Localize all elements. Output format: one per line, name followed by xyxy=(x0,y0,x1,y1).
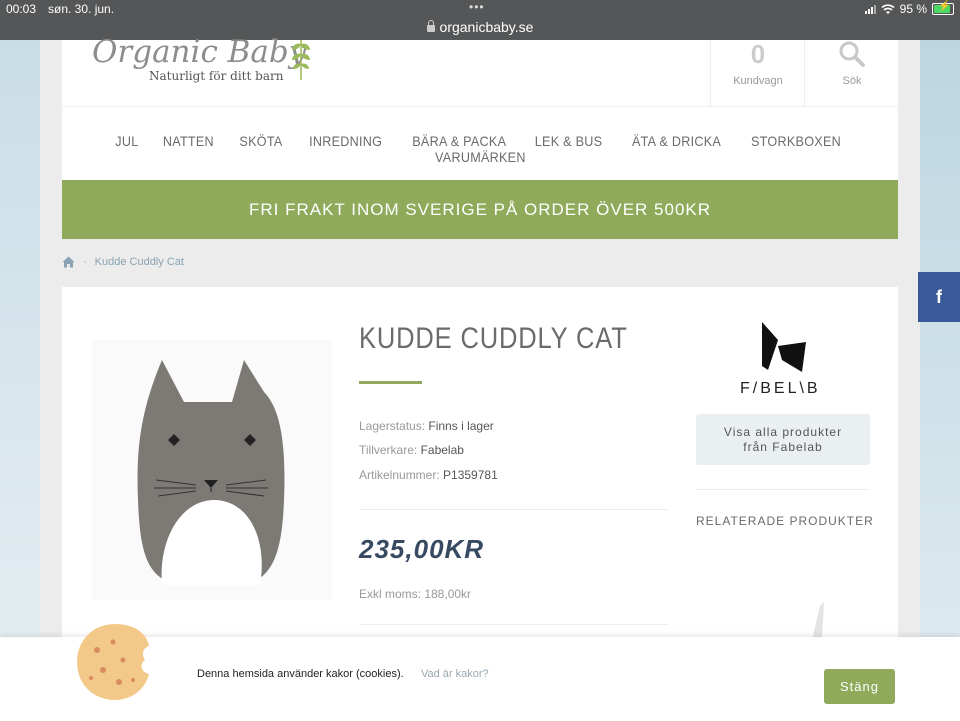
product-image[interactable] xyxy=(92,340,332,600)
battery-percent: 95 % xyxy=(899,2,927,16)
home-icon[interactable] xyxy=(62,256,75,268)
status-indicators: 95 % ⚡ xyxy=(864,1,954,16)
related-products-heading: RELATERADE PRODUKTER xyxy=(696,514,874,528)
cart-label: Kundvagn xyxy=(733,75,783,87)
address-bar[interactable]: organicbaby.se xyxy=(0,19,960,35)
nav-divider xyxy=(62,106,898,107)
product-price: 235,00KR xyxy=(359,534,485,564)
stock-value: Finns i lager xyxy=(428,419,494,433)
leaf-icon xyxy=(292,40,310,80)
manufacturer-value: Fabelab xyxy=(420,443,464,457)
article-number-value: P1359781 xyxy=(443,468,498,482)
cookie-icon xyxy=(77,624,149,700)
price-ex-vat: Exkl moms: 188,00kr xyxy=(359,587,472,601)
nav-item-inredning[interactable]: INREDNING xyxy=(309,133,382,149)
signal-icon xyxy=(864,4,876,14)
brand-wordmark: F/BEL\B xyxy=(740,380,821,397)
brand-button-line2: från Fabelab xyxy=(743,439,823,454)
nav-item-jul[interactable]: JUL xyxy=(115,133,138,149)
background-right xyxy=(920,40,960,721)
cookie-info-link[interactable]: Vad är kakor? xyxy=(421,668,489,680)
search-icon xyxy=(839,41,865,67)
wifi-icon xyxy=(881,3,895,14)
manufacturer-label: Tillverkare: xyxy=(359,443,418,457)
main-nav: JUL NATTEN SKÖTA INREDNING BÄRA & PACKA … xyxy=(62,133,898,165)
search-button[interactable]: Sök xyxy=(804,40,899,106)
divider xyxy=(359,509,669,510)
nav-item-lek-bus[interactable]: LEK & BUS xyxy=(535,133,603,149)
logo-wordmark: Organic Baby xyxy=(92,34,307,70)
search-label: Sök xyxy=(842,75,862,87)
divider xyxy=(359,624,669,625)
related-product-image[interactable] xyxy=(800,600,830,640)
nav-item-ata-dricka[interactable]: ÄTA & DRICKA xyxy=(632,133,721,149)
lock-icon xyxy=(426,20,435,32)
product-title: KUDDE CUDDLY CAT xyxy=(359,322,628,355)
manufacturer: Tillverkare: Fabelab xyxy=(359,443,464,457)
article-number: Artikelnummer: P1359781 xyxy=(359,468,498,482)
article-number-label: Artikelnummer: xyxy=(359,468,440,482)
cart-button[interactable]: 0 Kundvagn xyxy=(710,40,805,106)
breadcrumb-current: Kudde Cuddly Cat xyxy=(94,256,184,268)
multitask-dots-icon[interactable]: ••• xyxy=(469,0,485,14)
nav-item-storkboxen[interactable]: STORKBOXEN xyxy=(751,133,841,149)
cart-count: 0 xyxy=(750,39,766,69)
divider xyxy=(696,489,870,490)
free-shipping-banner: FRI FRAKT INOM SVERIGE PÅ ORDER ÖVER 500… xyxy=(62,180,898,239)
facebook-icon: f xyxy=(936,287,942,307)
site-logo[interactable]: Organic Baby Naturligt för ditt barn xyxy=(92,34,322,94)
stock-status: Lagerstatus: Finns i lager xyxy=(359,419,494,433)
nav-item-varumarken[interactable]: VARUMÄRKEN xyxy=(435,149,526,165)
close-cookie-button[interactable]: Stäng xyxy=(824,669,895,704)
url-text: organicbaby.se xyxy=(439,19,534,35)
title-underline xyxy=(359,381,422,384)
brand-button-line1: Visa alla produkter xyxy=(723,424,843,439)
nav-item-bara-packa[interactable]: BÄRA & PACKA xyxy=(412,133,506,149)
background-left xyxy=(0,40,40,721)
breadcrumb-separator: - xyxy=(83,256,87,268)
facebook-share-button[interactable]: f xyxy=(918,272,960,322)
nav-item-skota[interactable]: SKÖTA xyxy=(239,133,282,149)
breadcrumb: - Kudde Cuddly Cat xyxy=(62,256,184,268)
cookie-message: Denna hemsida använder kakor (cookies). xyxy=(197,668,404,680)
battery-icon: ⚡ xyxy=(932,1,954,15)
view-brand-products-button[interactable]: Visa alla produkter från Fabelab xyxy=(696,414,870,465)
status-time: 00:03 xyxy=(6,2,37,16)
status-date: søn. 30. jun. xyxy=(48,2,115,16)
stock-label: Lagerstatus: xyxy=(359,419,426,433)
nav-item-natten[interactable]: NATTEN xyxy=(163,133,214,149)
logo-tagline: Naturligt för ditt barn xyxy=(149,69,284,83)
